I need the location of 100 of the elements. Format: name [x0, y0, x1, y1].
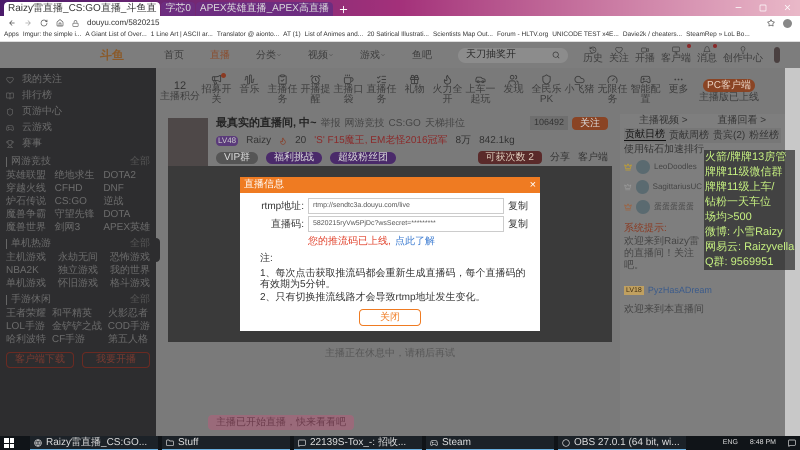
sidebar-button[interactable]: 我要开播	[82, 352, 150, 368]
tool-label[interactable]: 火力全开	[431, 85, 464, 105]
game-link[interactable]: 独立游戏	[58, 264, 98, 277]
nav-link[interactable]: 分类	[256, 48, 276, 62]
sidebar-button[interactable]: 客户端下载	[6, 352, 74, 368]
sidebar-icon[interactable]	[6, 124, 14, 132]
game-link[interactable]: 火影忍者	[108, 307, 150, 320]
game-link[interactable]: 魔兽争霸	[6, 208, 46, 221]
nav-link[interactable]: 首页	[164, 48, 184, 62]
game-link[interactable]: 怀旧游戏	[58, 277, 98, 290]
browser-tab[interactable]: 字芯0	[161, 2, 195, 16]
chat-user[interactable]: PyzHasADream	[648, 284, 712, 298]
tool-icon[interactable]	[640, 74, 651, 85]
copy-link[interactable]: 复制	[508, 216, 528, 232]
share-link[interactable]: 分享	[550, 150, 570, 166]
header-icon[interactable]	[672, 46, 680, 54]
start-button[interactable]	[4, 438, 14, 448]
tool-icon[interactable]	[508, 74, 519, 85]
learn-more-link[interactable]: 点此了解	[394, 234, 435, 249]
header-icon-label[interactable]: 历史	[583, 54, 603, 64]
game-link[interactable]: 穿越火线	[6, 182, 46, 195]
tool-icon[interactable]	[541, 74, 552, 85]
reload-icon[interactable]	[40, 19, 48, 27]
game-link[interactable]: 我的世界	[110, 264, 150, 277]
forward-icon[interactable]	[24, 19, 32, 27]
tool-icon[interactable]	[211, 74, 222, 85]
sidebar-icon[interactable]	[6, 92, 14, 100]
game-link[interactable]: CF手游	[52, 333, 102, 346]
address-field[interactable]: douyu.com/5820215	[87, 19, 160, 27]
search-field[interactable]: 天刀抽奖开	[458, 48, 568, 62]
game-link[interactable]: CS:GO	[54, 195, 95, 208]
game-link[interactable]: COD手游	[108, 320, 150, 333]
rank-user[interactable]: LeoDoodles	[654, 161, 697, 173]
tool-label[interactable]: 主播口袋	[332, 85, 365, 105]
game-link[interactable]: 单机游戏	[6, 277, 46, 290]
user-avatar[interactable]	[774, 47, 780, 63]
site-logo[interactable]: 斗鱼	[100, 46, 124, 64]
room-chip[interactable]: VIP群	[216, 152, 258, 164]
header-icon[interactable]	[703, 46, 711, 54]
sidebar-item[interactable]: 排行榜	[22, 91, 52, 101]
header-icon[interactable]	[641, 46, 649, 54]
room-chip[interactable]: 超级粉丝团	[330, 152, 396, 164]
sidebar-item[interactable]: 我的关注	[22, 75, 62, 85]
header-icon-label[interactable]: 客户端	[661, 54, 691, 64]
game-link[interactable]: 主机游戏	[6, 251, 46, 264]
header-icon-label[interactable]: 创作中心	[723, 54, 763, 64]
tool-label[interactable]: 音乐	[233, 85, 266, 95]
close-button[interactable]: ×	[530, 180, 536, 190]
rank-user[interactable]: 蛋蛋蛋蛋蛋	[654, 201, 694, 213]
room-chip[interactable]: 福利挑战	[266, 152, 322, 164]
game-link[interactable]: 绝地求生	[54, 169, 95, 182]
game-link[interactable]: DNF	[103, 182, 150, 195]
header-icon[interactable]	[615, 46, 623, 54]
tool-icon[interactable]	[277, 74, 288, 85]
collapse-handle[interactable]	[155, 238, 160, 262]
rank-tab[interactable]: 粉丝榜	[748, 130, 780, 140]
game-link[interactable]: 第五人格	[108, 333, 150, 346]
pc-client-button[interactable]: PC客户端	[703, 79, 755, 92]
tool-icon[interactable]	[343, 74, 354, 85]
maximize-icon[interactable]	[759, 4, 767, 12]
tool-label[interactable]: 小飞猪	[563, 85, 596, 95]
sidebar-icon[interactable]	[6, 140, 14, 148]
panel-tab[interactable]: 主播视频 >	[638, 116, 688, 126]
sidebar-item[interactable]: 页游中心	[22, 107, 62, 117]
panel-tab[interactable]: 直播回看 >	[717, 116, 766, 126]
search-icon[interactable]	[552, 51, 560, 59]
game-link[interactable]: 王者荣耀	[6, 307, 46, 320]
notification-icon[interactable]	[788, 439, 796, 447]
game-link[interactable]: DOTA	[103, 208, 150, 221]
tool-label[interactable]: 招募开关	[200, 85, 233, 105]
header-icon[interactable]	[589, 46, 597, 54]
taskbar-app[interactable]: 22139S-Tox_-: 招收...	[294, 436, 422, 450]
tool-label[interactable]: 无限任务	[596, 85, 629, 105]
tool-icon[interactable]	[475, 74, 486, 85]
tool-label[interactable]: 更多	[662, 85, 695, 95]
bookmark-star-icon[interactable]	[767, 19, 775, 27]
tool-icon[interactable]	[310, 74, 321, 85]
score-label[interactable]: 主播积分	[160, 92, 200, 102]
header-icon-label[interactable]: 开播	[635, 54, 655, 64]
game-link[interactable]: 魔兽世界	[6, 221, 46, 234]
game-link[interactable]: 剑网3	[54, 221, 95, 234]
sidebar-icon[interactable]	[6, 108, 14, 116]
taskbar-app[interactable]: Stuff	[162, 436, 290, 450]
gift-button[interactable]: 可获次数 2	[478, 151, 542, 164]
sidebar-icon[interactable]	[6, 76, 14, 84]
browser-tab[interactable]: Raizy雷直播_CS:GO直播_斗鱼直	[4, 2, 160, 16]
game-link[interactable]: CFHD	[54, 182, 95, 195]
game-link[interactable]: 英雄联盟	[6, 169, 46, 182]
game-link[interactable]: NBA2K	[6, 264, 46, 277]
game-link[interactable]: 哈利波特	[6, 333, 46, 346]
tool-icon[interactable]	[607, 74, 618, 85]
game-link[interactable]: APEX英雄	[103, 221, 150, 234]
close-icon[interactable]	[783, 3, 792, 12]
nav-link[interactable]: 游戏	[360, 48, 380, 62]
game-link[interactable]: 永劫无间	[58, 251, 98, 264]
tool-label[interactable]: 上车一起玩	[464, 85, 497, 105]
tool-icon[interactable]	[244, 74, 255, 85]
sidebar-item[interactable]: 赛事	[22, 139, 42, 149]
tool-label[interactable]: 开播提醒	[299, 85, 332, 105]
header-icon-label[interactable]: 关注	[609, 54, 629, 64]
